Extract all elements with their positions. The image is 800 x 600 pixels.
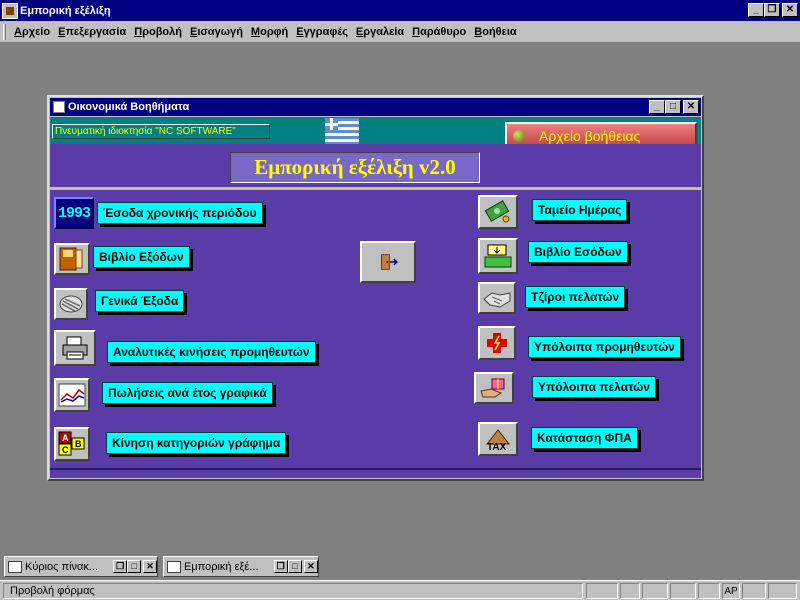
status-panel-2: [620, 583, 640, 599]
block-letter-c: C: [62, 445, 69, 455]
status-panel-1: [586, 583, 618, 599]
income-book-button[interactable]: [478, 238, 518, 274]
abc-blocks-icon: A B C: [58, 431, 85, 456]
money-icon: [484, 200, 510, 223]
menu-help[interactable]: Βοήθεια: [470, 26, 520, 38]
cash-register-icon: [484, 244, 512, 268]
vat-status-button[interactable]: TAX: [478, 422, 518, 456]
form-title: Οικονομικά Βοηθήματα: [68, 101, 190, 113]
app-titlebar[interactable]: Εμπορική εξέλιξη _ ❐ ✕: [0, 0, 800, 21]
customer-turnover-button[interactable]: [478, 282, 516, 314]
tax-icon-text: TAX: [487, 442, 507, 452]
block-letter-b: B: [75, 439, 82, 449]
category-graph-label[interactable]: Κίνηση κατηγοριών γράφημα: [106, 432, 287, 454]
close-icon[interactable]: ✕: [143, 560, 157, 573]
supplier-balances-label[interactable]: Υπόλοιπα προμηθευτών: [528, 336, 681, 358]
customer-balances-label[interactable]: Υπόλοιπα πελατών: [532, 376, 656, 398]
menu-file[interactable]: Αρχείο: [10, 26, 54, 38]
divider-top: [50, 187, 701, 190]
menu-insert[interactable]: Εισαγωγή: [186, 26, 247, 38]
form-header: Πνευματική ιδιοκτησία "NC SOFTWARE" Αρχε…: [50, 117, 701, 149]
customer-turnover-label[interactable]: Τζίροι πελατών: [525, 286, 626, 308]
status-indicator: AP: [722, 583, 740, 599]
form-body: Εμπορική εξέλιξη v2.0 1993 Έσοδα χρονική…: [50, 144, 701, 478]
line-chart-icon: [58, 383, 86, 407]
form-icon: [8, 560, 22, 573]
status-bar: Προβολή φόρμας AP: [0, 580, 800, 600]
minimized-window-main-panel[interactable]: Κύριος πίνακ... ❐ □ ✕: [4, 556, 158, 577]
calendar-1993-icon: 1993: [57, 204, 91, 222]
tax-icon: TAX: [485, 429, 511, 452]
sales-chart-label[interactable]: Πωλήσεις ανά έτος γραφικά: [102, 382, 273, 404]
handshake-icon: [483, 292, 511, 308]
daily-cash-button[interactable]: [478, 195, 518, 229]
help-file-label: Αρχείο βοήθειας: [539, 127, 641, 144]
restore-icon[interactable]: ❐: [764, 3, 780, 17]
maximize-icon[interactable]: □: [287, 560, 302, 573]
menu-format[interactable]: Μορφή: [247, 26, 292, 38]
menu-view[interactable]: Προβολή: [130, 26, 186, 38]
gift-hand-icon: [480, 378, 505, 398]
general-expenses-button[interactable]: [54, 288, 88, 320]
close-icon[interactable]: ✕: [303, 560, 319, 573]
status-text: Προβολή φόρμας: [3, 583, 583, 599]
daily-cash-label[interactable]: Ταμείο Ημέρας: [532, 199, 628, 221]
form-window: Οικονομικά Βοηθήματα _ □ ✕ Πνευματική ιδ…: [47, 95, 704, 481]
maximize-icon[interactable]: □: [127, 560, 142, 573]
status-panel-7: [742, 583, 766, 599]
exit-button[interactable]: [360, 241, 416, 283]
help-bullet-icon: [513, 129, 525, 142]
restore-icon[interactable]: ❐: [113, 560, 128, 573]
status-panel-8: [768, 583, 797, 599]
coins-icon: [59, 295, 83, 313]
form-minimize-icon[interactable]: _: [649, 100, 665, 114]
close-icon[interactable]: ✕: [782, 3, 798, 17]
form-icon[interactable]: [53, 101, 65, 113]
app-title: Εμπορική εξέλιξη: [20, 4, 111, 17]
category-graph-button[interactable]: A B C: [54, 427, 90, 461]
ledger-book-icon: [59, 247, 83, 271]
exit-door-icon: [381, 254, 398, 270]
customer-balances-button[interactable]: [474, 372, 514, 404]
form-close-icon[interactable]: ✕: [683, 100, 699, 114]
menu-window[interactable]: Παράθυρο: [408, 26, 470, 38]
supplier-movements-label[interactable]: Αναλυτικές κινήσεις προμηθευτών: [107, 341, 316, 363]
minimize-icon[interactable]: _: [748, 3, 764, 17]
sales-chart-button[interactable]: [54, 378, 90, 412]
menu-tools[interactable]: Εργαλεία: [352, 26, 408, 38]
income-book-label[interactable]: Βιβλίο Εσόδων: [528, 241, 628, 263]
menu-records[interactable]: Εγγραφές: [292, 26, 352, 38]
supplier-movements-button[interactable]: [54, 330, 96, 366]
minimized-title: Εμπορική εξέ...: [184, 560, 259, 573]
menu-grip: [3, 24, 6, 40]
status-panel-3: [642, 583, 668, 599]
revenue-period-button[interactable]: 1993: [54, 197, 94, 229]
form-icon: [167, 560, 181, 573]
minimized-title: Κύριος πίνακ...: [25, 560, 99, 573]
printer-icon: [62, 336, 88, 360]
general-expenses-label[interactable]: Γενικά Έξοδα: [95, 290, 185, 312]
menu-edit[interactable]: Επεξεργασία: [54, 26, 130, 38]
revenue-period-label[interactable]: Έσοδα χρονικής περιόδου: [97, 202, 263, 224]
red-cross-icon: [487, 333, 507, 353]
vat-status-label[interactable]: Κατάσταση ΦΠΑ: [531, 427, 638, 449]
menu-bar: Αρχείο Επεξεργασία Προβολή Εισαγωγή Μορφ…: [0, 21, 800, 43]
minimized-window-app[interactable]: Εμπορική εξέ... ❐ □ ✕: [163, 556, 319, 577]
copyright-label: Πνευματική ιδιοκτησία "NC SOFTWARE": [52, 124, 270, 139]
divider-bottom: [50, 468, 701, 470]
supplier-balances-button[interactable]: [478, 326, 516, 360]
expense-book-button[interactable]: [54, 243, 90, 275]
status-panel-4: [670, 583, 696, 599]
app-version-title: Εμπορική εξέλιξη v2.0: [230, 152, 480, 183]
restore-icon[interactable]: ❐: [273, 560, 288, 573]
app-icon[interactable]: [2, 2, 18, 19]
block-letter-a: A: [62, 433, 69, 443]
expense-book-label[interactable]: Βιβλίο Εξόδων: [93, 246, 190, 268]
form-titlebar[interactable]: Οικονομικά Βοηθήματα _ □ ✕: [50, 98, 701, 116]
form-maximize-icon[interactable]: □: [665, 100, 681, 114]
status-panel-5: [698, 583, 720, 599]
